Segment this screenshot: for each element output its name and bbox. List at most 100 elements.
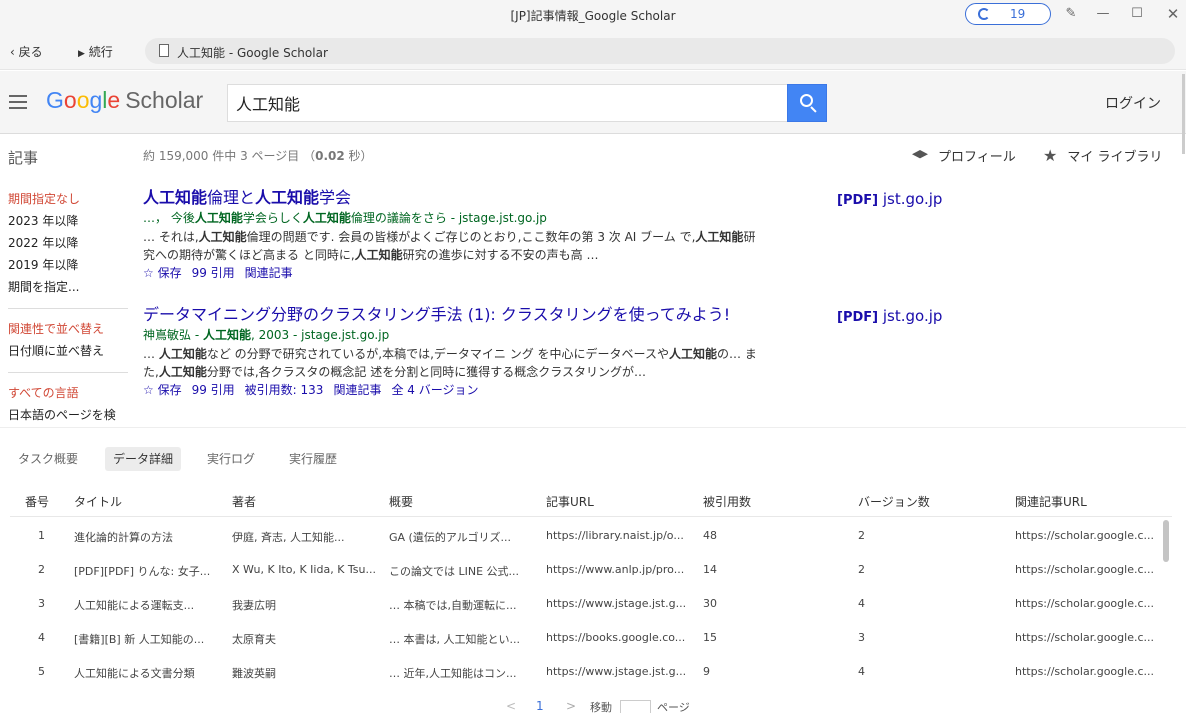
cell-article-url: https://www.jstage.jst.g...	[546, 665, 687, 678]
cell-summary: … 本稿では,自動運転に...	[389, 599, 517, 612]
result-actions: ☆ 保存 99 引用 関連記事	[143, 265, 763, 281]
search-box	[227, 84, 788, 122]
edit-icon[interactable]: ✎	[1059, 4, 1083, 24]
highlight-term: 人工知能	[668, 347, 717, 361]
search-result: 人工知能倫理と人工知能学会 …， 今後人工知能学会らしく人工知能倫理の議論をさら…	[143, 188, 763, 281]
text-segment: 倫理と	[207, 188, 256, 207]
section-label: 記事	[8, 149, 39, 167]
table-row[interactable]: 2 [PDF][PDF] りんな: 女子... X Wu, K Ito, K Iid…	[10, 553, 1162, 587]
prev-page-button[interactable]: <	[506, 699, 516, 713]
result-action-link[interactable]: ☆ 保存	[143, 383, 182, 397]
profile-link[interactable]: プロフィール	[912, 146, 1016, 165]
filter-time-any[interactable]: 期間指定なし	[0, 188, 132, 210]
lang-all[interactable]: すべての言語	[0, 382, 132, 404]
result-action-link[interactable]: ☆ 保存	[143, 266, 182, 280]
forward-button[interactable]: ▶ 続行	[78, 43, 113, 60]
table-header: 番号 タイトル 著者 概要 記事URL 被引用数 バージョン数 関連記事URL	[10, 484, 1172, 517]
page-label: ページ	[657, 701, 690, 713]
text-segment: 分野では,各クラスタの概念記 述を分割と同時に獲得する概念クラスタリングが…	[206, 365, 646, 379]
cell-citations: 48	[703, 529, 717, 542]
my-library-link[interactable]: ★ マイ ライブラリ	[1043, 146, 1162, 165]
result-meta: …， 今後人工知能学会らしく人工知能倫理の議論をさら - jstage.jst.…	[143, 210, 763, 226]
cell-summary: … 本書は, 人工知能とい...	[389, 633, 520, 646]
result-actions: ☆ 保存 99 引用 被引用数: 133 関連記事全 4 バージョン	[143, 382, 763, 398]
column-header: 被引用数	[703, 495, 752, 509]
text-segment: など の分野で研究されているが,本稿では,データマイニ ング を中心にデータベー…	[206, 347, 669, 361]
table-scrollbar[interactable]	[1163, 520, 1169, 562]
cell-citations: 30	[703, 597, 717, 610]
cell-number: 5	[38, 665, 45, 678]
tab-run-history[interactable]: 実行履歴	[281, 447, 345, 471]
pdf-link[interactable]: [PDF] jst.go.jp	[837, 190, 942, 208]
tab-run-log[interactable]: 実行ログ	[199, 447, 263, 471]
cell-article-url: https://www.jstage.jst.g...	[546, 597, 687, 610]
result-action-link[interactable]: 99 引用	[192, 383, 235, 397]
filter-time-custom[interactable]: 期間を指定...	[0, 276, 132, 298]
close-button[interactable]: ✕	[1161, 4, 1185, 24]
filter-divider	[8, 372, 128, 373]
highlight-term: 人工知能	[194, 211, 243, 225]
filter-divider	[8, 308, 128, 309]
search-button[interactable]	[787, 84, 827, 122]
page-number-input[interactable]	[620, 700, 651, 713]
table-row[interactable]: 1 進化論的計算の方法 伊庭, 斉志, 人工知能... GA (遺伝的アルゴリズ...…	[10, 519, 1162, 553]
task-counter-badge[interactable]: 19	[965, 3, 1051, 25]
result-meta: 神嶌敏弘 - 人工知能, 2003 - jstage.jst.go.jp	[143, 327, 763, 343]
cell-number: 4	[38, 631, 45, 644]
tab-task-overview[interactable]: タスク概要	[10, 447, 86, 471]
cell-related-url: https://scholar.google.c...	[1015, 631, 1154, 644]
cell-number: 3	[38, 597, 45, 610]
cell-related-url: https://scholar.google.c...	[1015, 665, 1154, 678]
text-segment: 学会らしく	[242, 211, 303, 225]
cell-title: 人工知能による運転支...	[74, 599, 195, 612]
hamburger-menu-icon[interactable]	[9, 95, 27, 109]
text-segment: …	[143, 347, 159, 361]
cell-versions: 4	[858, 665, 865, 678]
table-row[interactable]: 3 人工知能による運転支... 我妻広明 … 本稿では,自動運転に... https:/…	[10, 587, 1162, 621]
results-stats-row: 記事 約 159,000 件中 3 ページ目 （0.02 秒） プロフィール ★…	[0, 135, 1186, 175]
sort-relevance[interactable]: 関連性で並べ替え	[0, 318, 132, 340]
highlight-term: 人工知能	[158, 365, 207, 379]
highlight-term: 人工知能	[255, 188, 320, 207]
cell-summary: GA (遺伝的アルゴリズ...	[389, 531, 511, 544]
cell-summary: この論文では LINE 公式...	[389, 565, 520, 578]
next-page-button[interactable]: >	[566, 699, 576, 713]
cell-related-url: https://scholar.google.c...	[1015, 597, 1154, 610]
result-action-link[interactable]: 99 引用	[192, 266, 235, 280]
highlight-term: 人工知能	[198, 230, 247, 244]
result-title-link[interactable]: データマイニング分野のクラスタリング手法 (1): クラスタリングを使ってみよう…	[143, 305, 763, 324]
filter-time-2019[interactable]: 2019 年以降	[0, 254, 132, 276]
result-action-link[interactable]: 被引用数: 133	[245, 383, 324, 397]
text-segment: 神嶌敏弘 -	[143, 328, 203, 342]
address-bar[interactable]: 人工知能 - Google Scholar	[145, 38, 1175, 64]
result-action-link[interactable]: 全 4 バージョン	[391, 383, 478, 397]
maximize-button[interactable]: ☐	[1125, 4, 1149, 24]
current-page[interactable]: 1	[536, 699, 544, 713]
result-action-link[interactable]: 関連記事	[245, 266, 293, 280]
highlight-term: 人工知能	[695, 230, 744, 244]
back-button[interactable]: ‹ 戻る	[10, 43, 43, 60]
result-title-link[interactable]: 人工知能倫理と人工知能学会	[143, 188, 763, 207]
minimize-button[interactable]: —	[1091, 4, 1115, 24]
result-snippet: … それは,人工知能倫理の問題です. 会員の皆様がよくご存じのとおり,ここ数年の…	[143, 228, 763, 264]
sort-date[interactable]: 日付順に並べ替え	[0, 340, 132, 362]
filter-time-2023[interactable]: 2023 年以降	[0, 210, 132, 232]
tab-data-detail[interactable]: データ詳細	[105, 447, 182, 471]
column-header: バージョン数	[858, 495, 930, 509]
pdf-link[interactable]: [PDF] jst.go.jp	[837, 307, 942, 325]
login-link[interactable]: ログイン	[1105, 93, 1161, 113]
column-header: 記事URL	[546, 495, 594, 509]
search-input[interactable]	[228, 85, 788, 121]
star-icon: ★	[1043, 146, 1058, 165]
column-header: 著者	[232, 495, 257, 509]
result-count: 約 159,000 件中 3 ページ目 （0.02 秒）	[143, 149, 373, 163]
google-scholar-logo[interactable]: Google Scholar	[46, 87, 203, 114]
title-bar: [JP]記事情報_Google Scholar 19 ✎ — ☐ ✕	[0, 0, 1186, 30]
lang-japanese[interactable]: 日本語のページを検	[0, 404, 132, 426]
filter-time-2022[interactable]: 2022 年以降	[0, 232, 132, 254]
table-row[interactable]: 5 人工知能による文書分類 難波英嗣 … 近年,人工知能はコン... https://w…	[10, 655, 1162, 689]
column-header: タイトル	[74, 495, 123, 509]
highlight-term: 人工知能	[354, 248, 403, 262]
table-row[interactable]: 4 [書籍][B] 新 人工知能の... 太原育夫 … 本書は, 人工知能とい... h…	[10, 621, 1162, 655]
result-action-link[interactable]: 関連記事	[333, 383, 381, 397]
